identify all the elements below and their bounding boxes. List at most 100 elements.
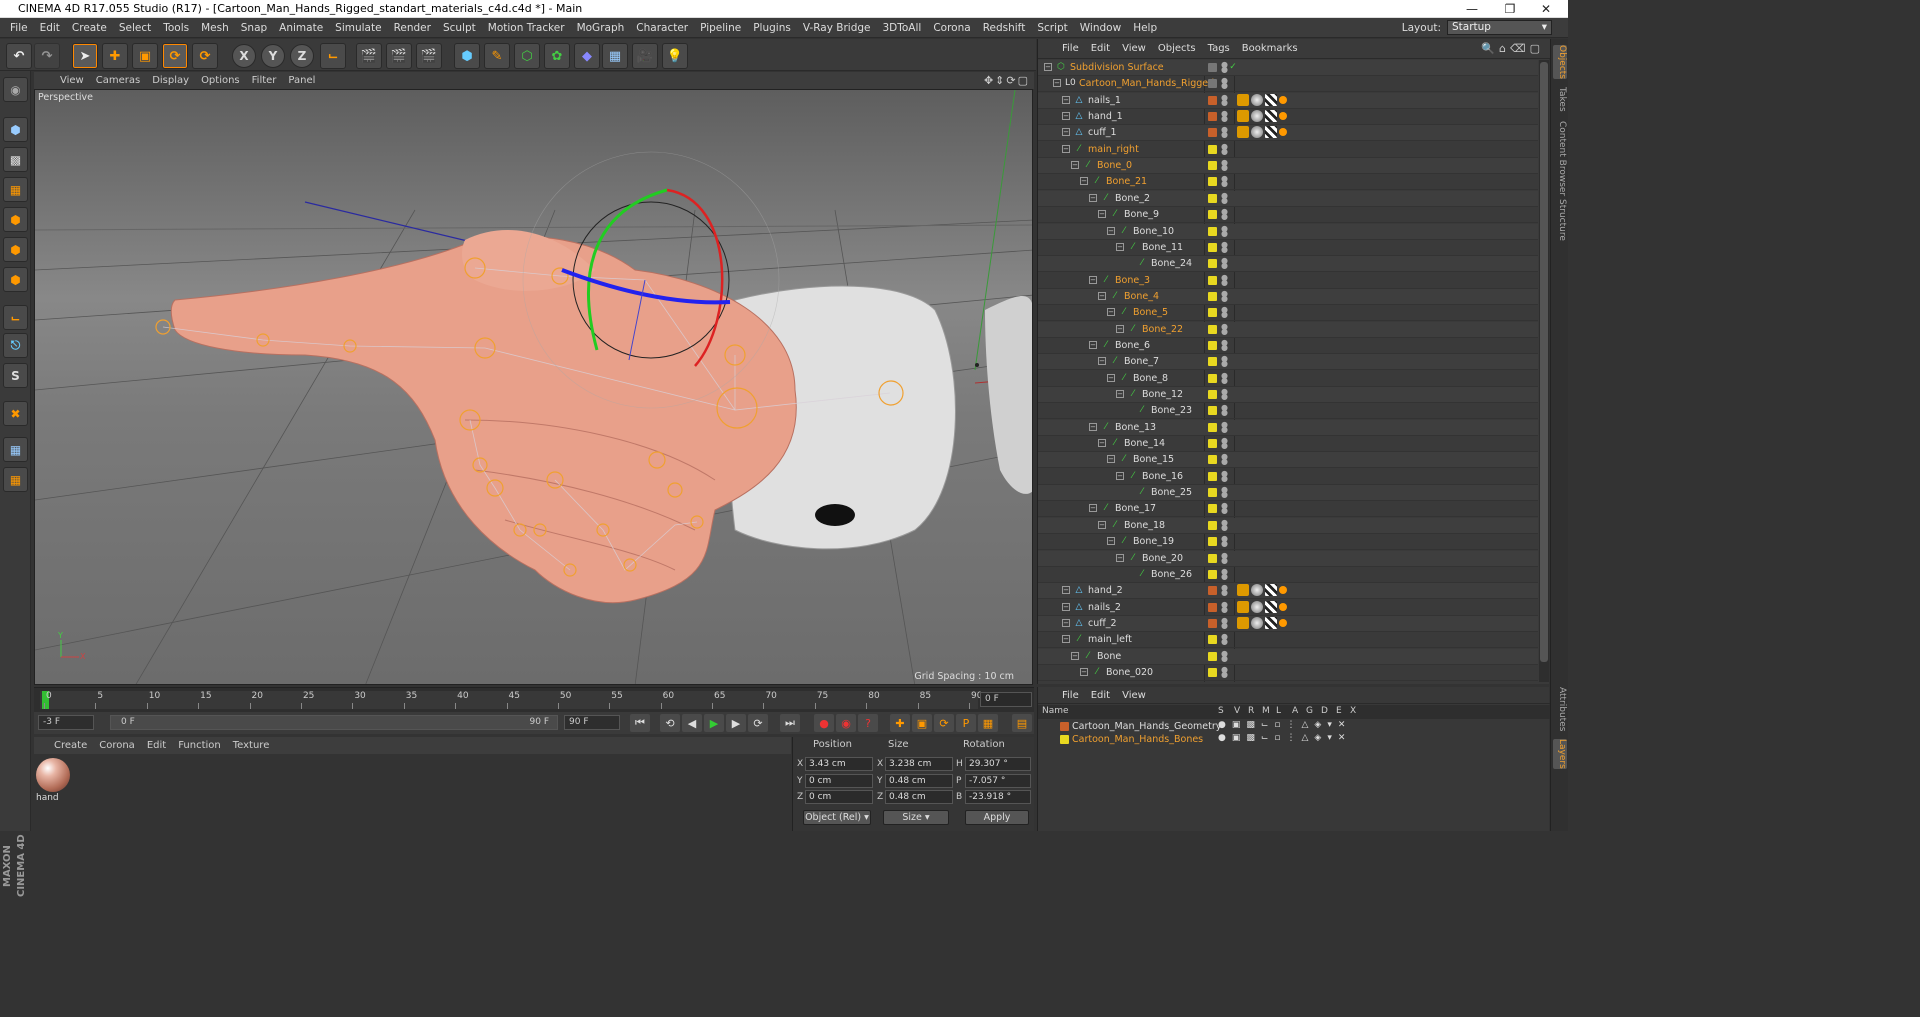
layer-column-g[interactable]: G	[1306, 706, 1313, 716]
material-menu-edit[interactable]: Edit	[141, 740, 172, 751]
layer-color-swatch[interactable]	[1208, 210, 1217, 220]
object-menu-edit[interactable]: Edit	[1085, 43, 1116, 54]
record-active-objects-icon[interactable]: ●	[814, 714, 834, 732]
undo-icon[interactable]: ↶	[6, 43, 32, 69]
expand-toggle-icon[interactable]: −	[1062, 602, 1070, 611]
size-z-field[interactable]: 0.48 cm	[885, 790, 953, 804]
object-name[interactable]: Bone_19	[1133, 536, 1174, 547]
object-row[interactable]: ⁄ Bone_25 ● ●	[1038, 485, 1538, 502]
planar-workplane-icon[interactable]: ▦	[3, 467, 28, 492]
render-picture-viewer-icon[interactable]: 🎬	[386, 43, 412, 69]
layer-color-swatch[interactable]	[1208, 537, 1217, 547]
layer-color-swatch[interactable]	[1208, 439, 1217, 449]
skin-tag-icon[interactable]	[1279, 112, 1287, 121]
pen-spline-icon[interactable]: ✎	[484, 43, 510, 69]
expand-toggle-icon[interactable]	[1125, 259, 1133, 267]
uvw-tag-icon[interactable]	[1265, 93, 1277, 106]
menu-snap[interactable]: Snap	[235, 22, 273, 34]
viewport-menu-options[interactable]: Options	[195, 75, 246, 86]
layer-color-swatch[interactable]	[1060, 735, 1069, 744]
menu-simulate[interactable]: Simulate	[329, 22, 387, 34]
layer-color-swatch[interactable]	[1208, 602, 1217, 612]
object-name[interactable]: Bone_13	[1115, 422, 1156, 433]
object-name[interactable]: Cartoon_Man_Hands_Rigged	[1079, 78, 1214, 89]
visibility-dots-icon[interactable]: ● ●	[1221, 289, 1228, 302]
expand-toggle-icon[interactable]: −	[1062, 128, 1070, 137]
object-row[interactable]: − △ cuff_1 ● ●	[1038, 125, 1538, 142]
object-name[interactable]: Bone_2	[1115, 193, 1150, 204]
coordinate-mode-dropdown[interactable]: Object (Rel) ▾	[803, 810, 871, 825]
visibility-dots-icon[interactable]: ● ●	[1221, 191, 1228, 204]
object-row[interactable]: − ⁄ Bone_9 ● ●	[1038, 207, 1538, 224]
side-tab-content-browser[interactable]: Content Browser	[1553, 121, 1567, 196]
object-name[interactable]: Bone_14	[1124, 438, 1165, 449]
phong-tag-icon[interactable]	[1237, 584, 1249, 597]
object-row[interactable]: − ⁄ Bone_18 ● ●	[1038, 517, 1538, 534]
previous-frame-icon[interactable]: ◀	[682, 714, 702, 732]
layer-color-swatch[interactable]	[1208, 226, 1217, 236]
layer-color-swatch[interactable]	[1208, 586, 1217, 596]
camera-icon[interactable]: 🎥	[632, 43, 658, 69]
object-row[interactable]: − ⁄ Bone_7 ● ●	[1038, 354, 1538, 371]
visibility-dots-icon[interactable]: ● ●	[1221, 633, 1228, 646]
visibility-dots-icon[interactable]: ● ●	[1221, 208, 1228, 221]
viewport-menu-filter[interactable]: Filter	[246, 75, 283, 86]
layer-color-swatch[interactable]	[1208, 471, 1217, 481]
viewport-menu-cameras[interactable]: Cameras	[90, 75, 146, 86]
visibility-dots-icon[interactable]: ● ●	[1221, 175, 1228, 188]
object-row[interactable]: − ⁄ main_right ● ●	[1038, 142, 1538, 158]
layer-color-swatch[interactable]	[1208, 488, 1217, 498]
expand-toggle-icon[interactable]: −	[1062, 635, 1070, 644]
layer-color-swatch[interactable]	[1208, 308, 1217, 318]
side-tab-structure[interactable]: Structure	[1553, 199, 1567, 241]
object-row[interactable]: − △ hand_1 ● ●	[1038, 109, 1538, 126]
layer-color-swatch[interactable]	[1208, 373, 1217, 383]
expand-toggle-icon[interactable]: −	[1098, 520, 1106, 529]
visibility-dots-icon[interactable]: ● ●	[1221, 649, 1228, 662]
object-name[interactable]: Bone_22	[1142, 324, 1183, 335]
solo-mode-icon[interactable]: S	[3, 363, 28, 388]
object-menu-view[interactable]: View	[1116, 43, 1152, 54]
visibility-dots-icon[interactable]: ● ●	[1221, 126, 1228, 139]
layer-column-name[interactable]: Name	[1042, 706, 1069, 716]
menu-edit[interactable]: Edit	[34, 22, 66, 34]
material-tag-icon[interactable]	[1251, 126, 1263, 139]
side-tab-attributes[interactable]: Attributes	[1553, 687, 1567, 731]
visibility-dots-icon[interactable]: ● ●	[1221, 567, 1228, 580]
menu-character[interactable]: Character	[630, 22, 694, 34]
minimize-button[interactable]: —	[1454, 0, 1490, 18]
layer-color-swatch[interactable]	[1208, 569, 1217, 579]
maximize-button[interactable]: ❐	[1492, 0, 1528, 18]
expand-toggle-icon[interactable]	[1125, 488, 1133, 496]
layer-menu-edit[interactable]: Edit	[1085, 690, 1116, 701]
menu-redshift[interactable]: Redshift	[977, 22, 1032, 34]
object-menu-file[interactable]: File	[1056, 43, 1085, 54]
object-row[interactable]: − △ cuff_2 ● ●	[1038, 615, 1538, 632]
visibility-dots-icon[interactable]: ● ●	[1221, 322, 1228, 335]
visibility-dots-icon[interactable]: ● ●	[1221, 61, 1228, 74]
render-settings-icon[interactable]: 🎬	[416, 43, 442, 69]
side-tab-takes[interactable]: Takes	[1553, 87, 1567, 112]
layer-color-swatch[interactable]	[1208, 242, 1217, 252]
timeline-ruler[interactable]: 0 5 10 15 20 25 30 35 40 45 50 55 60 65 70 75 80 85 90 0 F	[34, 687, 1034, 712]
object-name[interactable]: Bone_6	[1115, 340, 1150, 351]
layer-color-swatch[interactable]	[1208, 324, 1217, 334]
layer-column-v[interactable]: V	[1234, 706, 1240, 716]
object-name[interactable]: Bone_18	[1124, 520, 1165, 531]
expand-toggle-icon[interactable]: −	[1062, 618, 1070, 627]
layer-color-swatch[interactable]	[1208, 291, 1217, 301]
menu-select[interactable]: Select	[113, 22, 157, 34]
phong-tag-icon[interactable]	[1237, 600, 1249, 613]
visibility-dots-icon[interactable]: ● ●	[1221, 665, 1228, 678]
object-row[interactable]: − L0 Cartoon_Man_Hands_Rigged ● ●	[1038, 76, 1538, 93]
expand-toggle-icon[interactable]: −	[1080, 177, 1088, 186]
object-name[interactable]: Bone_15	[1133, 454, 1174, 465]
expand-toggle-icon[interactable]: −	[1116, 242, 1124, 251]
object-name[interactable]: Bone_8	[1133, 373, 1168, 384]
uvw-tag-icon[interactable]	[1265, 110, 1277, 123]
material-menu-create[interactable]: Create	[48, 740, 93, 751]
visibility-dots-icon[interactable]: ● ●	[1221, 486, 1228, 499]
object-row[interactable]: − ⁄ Bone_19 ● ●	[1038, 534, 1538, 551]
expand-toggle-icon[interactable]: −	[1098, 291, 1106, 300]
phong-tag-icon[interactable]	[1237, 616, 1249, 629]
